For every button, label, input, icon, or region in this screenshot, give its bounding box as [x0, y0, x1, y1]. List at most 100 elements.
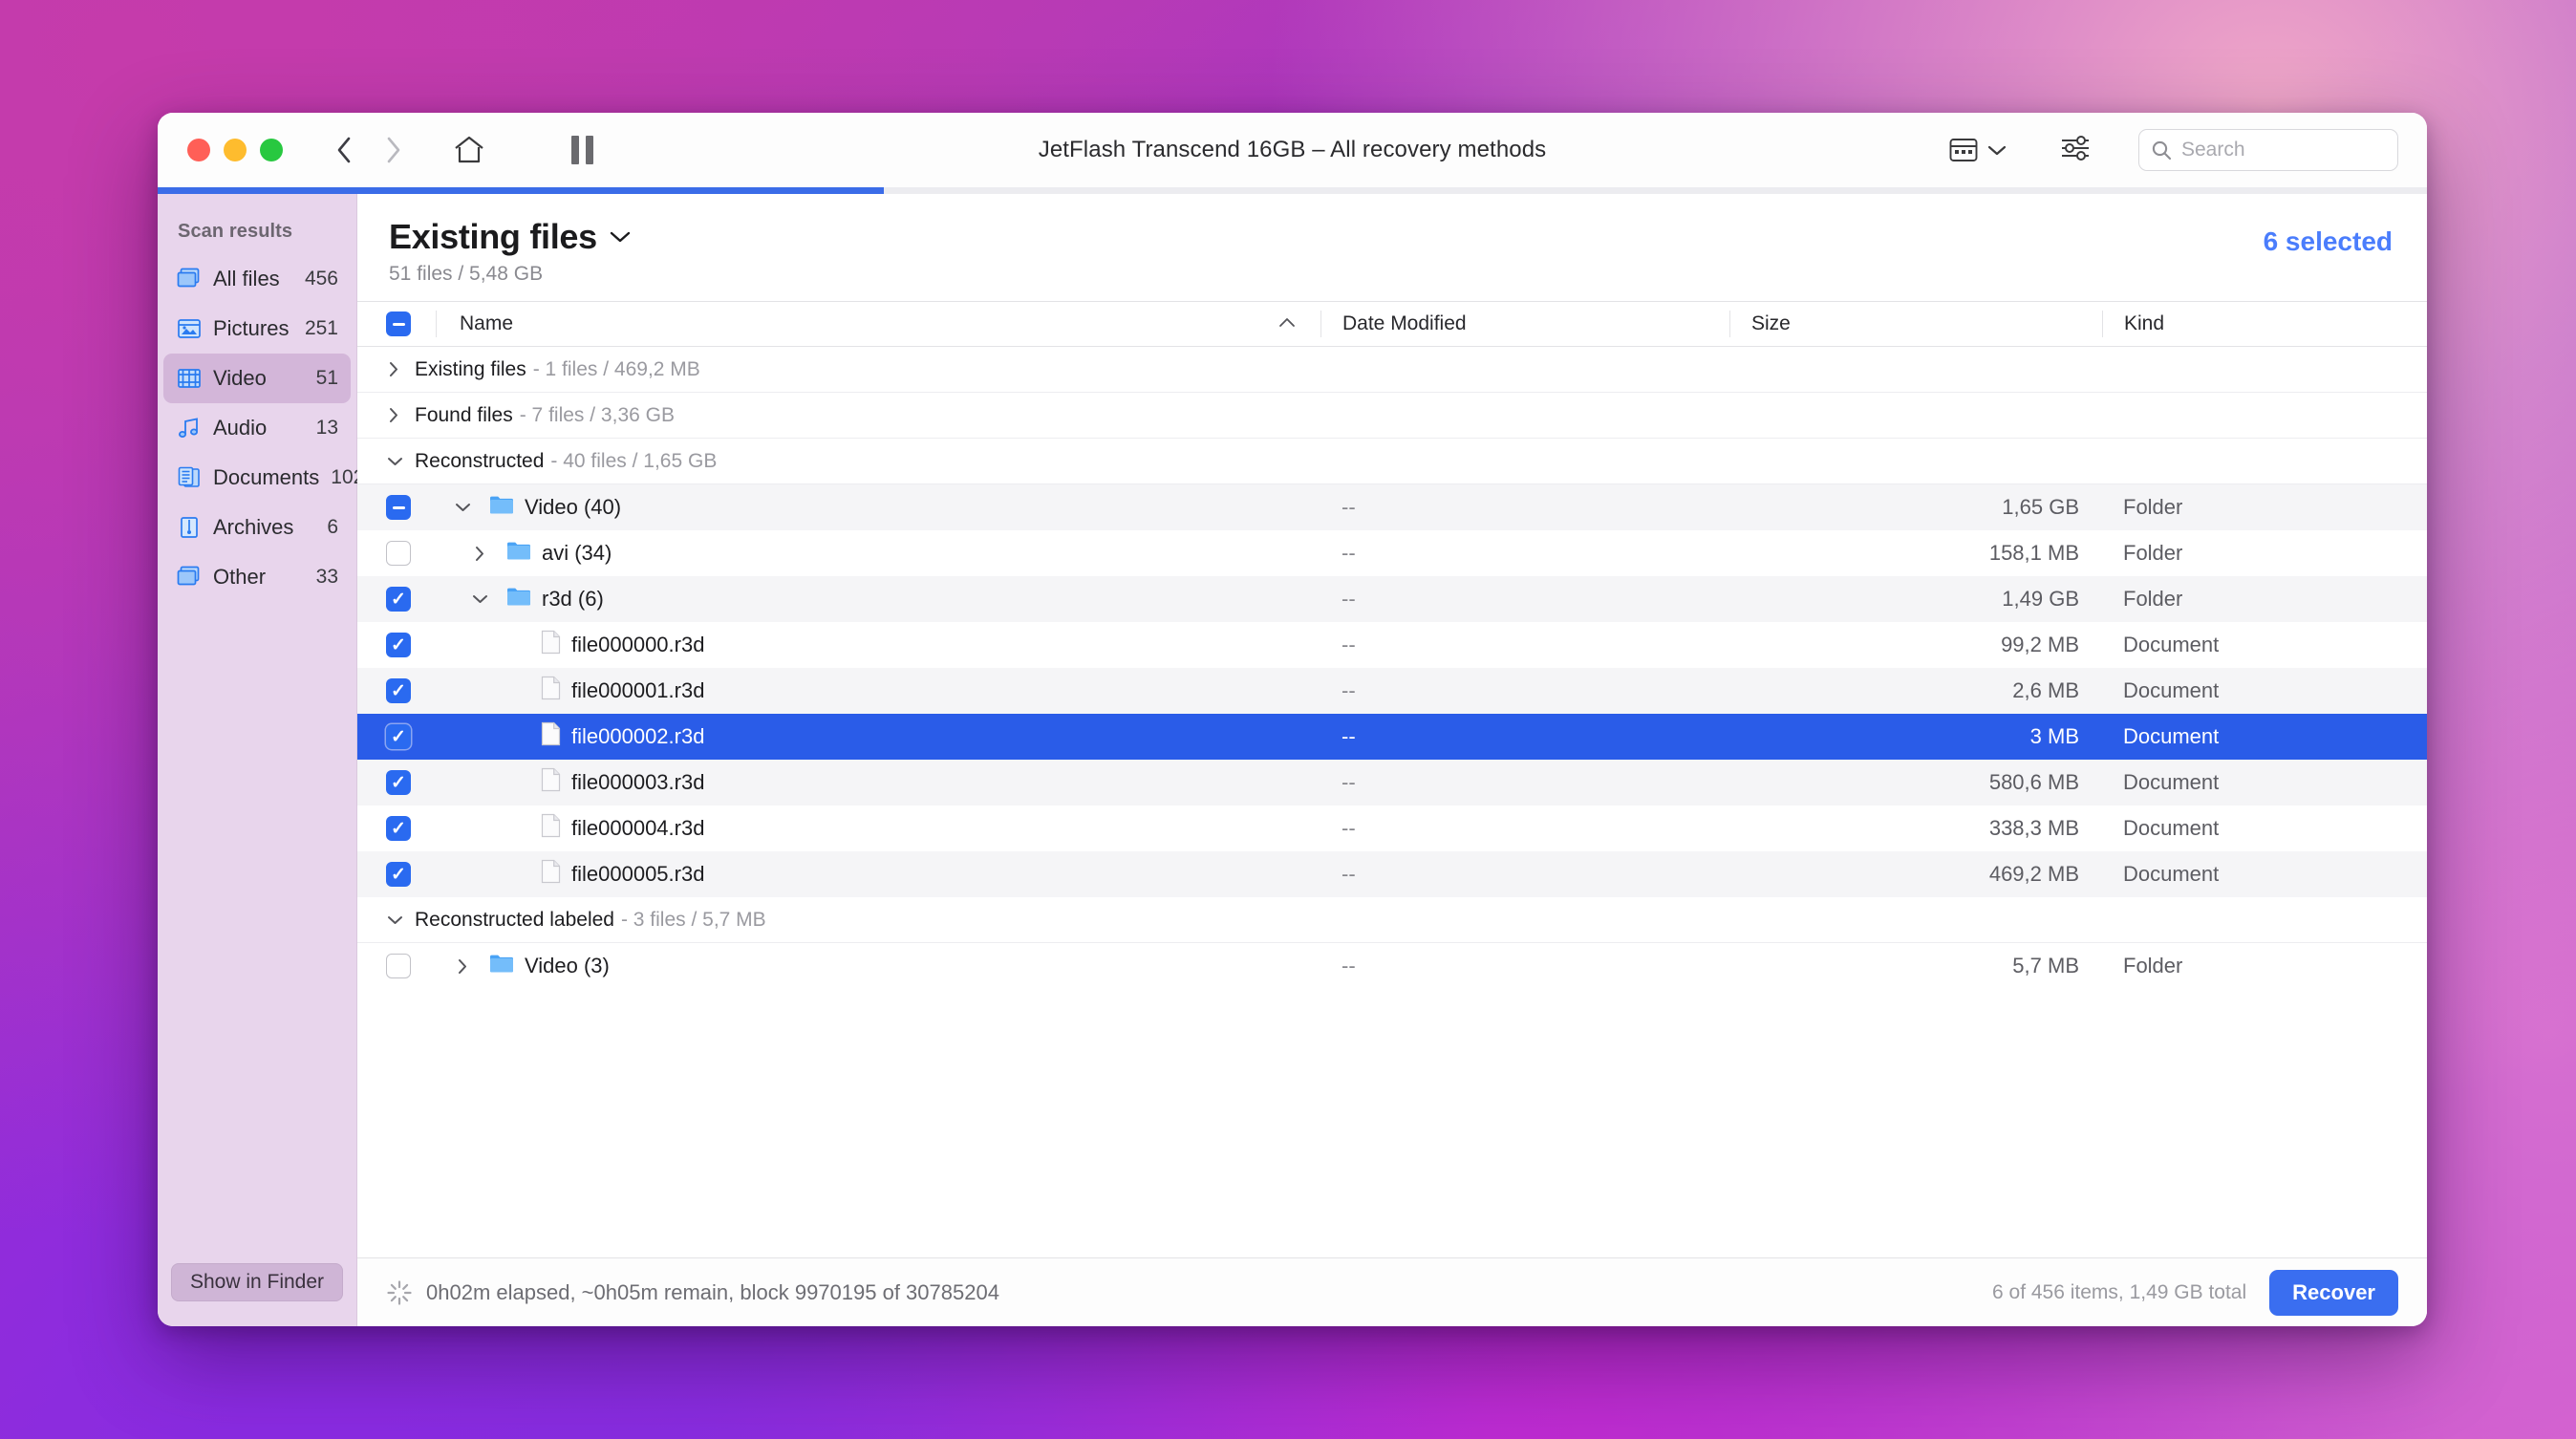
content-title-dropdown[interactable]: Existing files [389, 217, 631, 257]
row-checkbox[interactable] [386, 678, 436, 703]
group-name: Reconstructed labeled [415, 908, 614, 931]
document-icon [541, 813, 561, 844]
row-file-name: r3d (6) [542, 587, 604, 611]
row-file-name: file000003.r3d [571, 770, 705, 794]
back-button[interactable] [323, 129, 365, 171]
row-kind: Document [2123, 633, 2220, 656]
row-size: 158,1 MB [1988, 541, 2079, 565]
sidebar-list: All files 456 Pictures 251 Video 51 Audio 13 Doc… [158, 254, 364, 602]
row-name-cell: file000001.r3d [436, 676, 1320, 706]
forward-button[interactable] [373, 129, 415, 171]
row-name-cell: file000003.r3d [436, 767, 1320, 798]
chevron-right-icon[interactable] [463, 545, 496, 563]
view-mode-button[interactable] [1942, 132, 2014, 168]
row-file-name: file000005.r3d [571, 862, 705, 886]
pause-icon[interactable] [556, 127, 608, 173]
row-name-cell: avi (34) [436, 540, 1320, 567]
row-checkbox[interactable] [386, 770, 436, 795]
sidebar-item-documents[interactable]: Documents 102 [163, 453, 364, 503]
row-kind: Document [2123, 724, 2220, 748]
sidebar-footer: Show in Finder [158, 1263, 356, 1326]
row-checkbox[interactable] [386, 495, 436, 520]
column-header-date-modified[interactable]: Date Modified [1320, 311, 1729, 337]
row-checkbox[interactable] [386, 862, 436, 887]
row-checkbox[interactable] [386, 724, 436, 749]
recover-button[interactable]: Recover [2269, 1269, 2398, 1316]
column-header-size[interactable]: Size [1729, 311, 2102, 337]
chevron-down-icon[interactable] [446, 500, 479, 515]
sidebar-item-video[interactable]: Video 51 [163, 354, 351, 403]
group-meta: - 1 files / 469,2 MB [532, 357, 700, 380]
scan-progress-bar [158, 187, 2427, 194]
show-in-finder-button[interactable]: Show in Finder [171, 1263, 343, 1301]
all-files-icon [177, 267, 202, 291]
row-checkbox[interactable] [386, 541, 436, 566]
row-date-modified: -- [1342, 816, 1356, 840]
row-name-cell: Video (40) [436, 494, 1320, 521]
row-size: 580,6 MB [1988, 770, 2079, 794]
row-checkbox[interactable] [386, 587, 436, 612]
row-date-modified: -- [1342, 541, 1356, 565]
table-row[interactable]: file000004.r3d -- 338,3 MB Document [357, 805, 2427, 851]
row-checkbox[interactable] [386, 816, 436, 841]
sidebar-item-archives[interactable]: Archives 6 [163, 503, 351, 552]
document-icon [541, 859, 561, 890]
group-row[interactable]: Reconstructed - 40 files / 1,65 GB [357, 439, 2427, 484]
row-file-name: file000001.r3d [571, 678, 705, 702]
table-row[interactable]: file000003.r3d -- 580,6 MB Document [357, 760, 2427, 805]
chevron-down-icon[interactable] [386, 913, 415, 928]
column-header-kind[interactable]: Kind [2102, 311, 2427, 337]
sidebar-item-all-files[interactable]: All files 456 [163, 254, 351, 304]
table-row[interactable]: file000005.r3d -- 469,2 MB Document [357, 851, 2427, 897]
row-name-cell: file000004.r3d [436, 813, 1320, 844]
chevron-down-icon [610, 231, 631, 243]
sidebar-item-audio[interactable]: Audio 13 [163, 403, 351, 453]
table-row[interactable]: Video (40) -- 1,65 GB Folder [357, 484, 2427, 530]
toolbar-right-group: Search [1942, 128, 2427, 173]
table-row[interactable]: r3d (6) -- 1,49 GB Folder [357, 576, 2427, 622]
table-row[interactable]: file000000.r3d -- 99,2 MB Document [357, 622, 2427, 668]
table-row[interactable]: avi (34) -- 158,1 MB Folder [357, 530, 2427, 576]
search-icon [2152, 140, 2172, 161]
folder-icon [506, 586, 531, 612]
table-row[interactable]: Video (3) -- 5,7 MB Folder [357, 943, 2427, 989]
content-header-left: Existing files 51 files / 5,48 GB [389, 217, 631, 286]
chevron-right-icon[interactable] [446, 957, 479, 976]
row-file-name: file000002.r3d [571, 724, 705, 748]
row-checkbox[interactable] [386, 633, 436, 657]
column-header-name[interactable]: Name [436, 311, 1320, 337]
row-checkbox[interactable] [386, 954, 436, 978]
table-row[interactable]: file000002.r3d -- 3 MB Document [357, 714, 2427, 760]
chevron-right-icon[interactable] [386, 406, 415, 424]
sidebar-item-other[interactable]: Other 33 [163, 552, 351, 602]
select-all-checkbox[interactable] [386, 311, 436, 336]
minimize-button[interactable] [224, 139, 247, 161]
sidebar-heading: Scan results [178, 221, 293, 242]
zoom-button[interactable] [260, 139, 283, 161]
row-name-cell: file000005.r3d [436, 859, 1320, 890]
close-button[interactable] [187, 139, 210, 161]
chevron-down-icon[interactable] [463, 591, 496, 607]
row-name-cell: r3d (6) [436, 586, 1320, 612]
table-row[interactable]: file000001.r3d -- 2,6 MB Document [357, 668, 2427, 714]
search-input[interactable]: Search [2138, 129, 2398, 171]
chevron-right-icon[interactable] [386, 360, 415, 378]
scan-progress-text: 0h02m elapsed, ~0h05m remain, block 9970… [426, 1279, 999, 1304]
chevron-down-icon[interactable] [386, 454, 415, 469]
row-kind: Folder [2123, 587, 2183, 611]
sliders-icon[interactable] [2047, 128, 2104, 173]
group-name: Existing files [415, 357, 526, 380]
row-kind: Document [2123, 816, 2220, 840]
other-icon [177, 565, 202, 590]
documents-icon [177, 465, 202, 490]
sidebar-item-pictures[interactable]: Pictures 251 [163, 304, 351, 354]
row-date-modified: -- [1342, 862, 1356, 886]
group-row[interactable]: Existing files - 1 files / 469,2 MB [357, 347, 2427, 393]
group-meta: - 7 files / 3,36 GB [519, 403, 675, 426]
group-row[interactable]: Found files - 7 files / 3,36 GB [357, 393, 2427, 439]
row-date-modified: -- [1342, 954, 1356, 977]
sidebar-item-count: 251 [304, 317, 338, 339]
row-date-modified: -- [1342, 678, 1356, 702]
home-icon[interactable] [443, 127, 495, 173]
group-row[interactable]: Reconstructed labeled - 3 files / 5,7 MB [357, 897, 2427, 943]
